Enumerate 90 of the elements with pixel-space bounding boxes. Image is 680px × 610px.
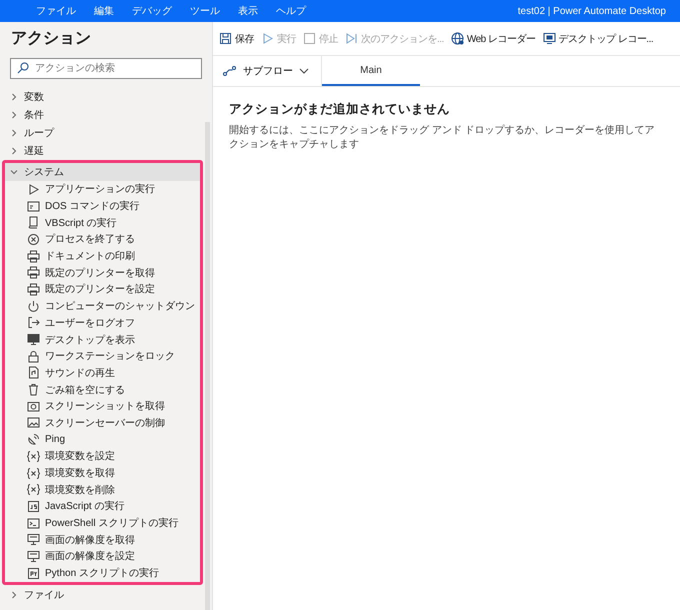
empty-state-hint: 開始するには、ここにアクションをドラッグ アンド ドロップするか、レコーダーを使用してアクションをキャプチャします (229, 124, 656, 151)
terminal-icon (27, 200, 40, 213)
search-field[interactable]: アクションの検索 (10, 58, 202, 79)
menu-item[interactable]: ツール (184, 4, 226, 18)
action-item[interactable]: コンピューターのシャットダウン (5, 298, 200, 314)
logout-icon (27, 316, 40, 330)
monitor-icon (542, 32, 556, 45)
action-item[interactable]: 環境変数を取得 (5, 464, 200, 482)
action-item[interactable]: ごみ箱を空にする (5, 381, 200, 398)
action-item[interactable]: 既定のプリンターを取得 (5, 264, 200, 282)
trash-icon (27, 383, 40, 396)
script-icon (27, 216, 40, 230)
action-item[interactable]: Ping (5, 431, 200, 448)
category-item[interactable]: 条件 (0, 106, 203, 124)
action-item[interactable]: 画面の解像度を取得 (5, 531, 200, 548)
category-label: 条件 (24, 109, 44, 122)
python-file-icon (27, 566, 40, 580)
action-item[interactable]: DOS コマンドの実行 (5, 198, 200, 214)
toolbar-button[interactable]: Web レコーダー (450, 30, 537, 48)
action-item[interactable]: プロセスを終了する (5, 231, 200, 248)
chevron-down-icon (10, 168, 18, 176)
action-item[interactable]: デスクトップを表示 (5, 331, 200, 348)
action-item[interactable]: ユーザーをログオフ (5, 314, 200, 332)
category-label: 変数 (24, 90, 44, 104)
chevron-right-icon (10, 590, 18, 598)
action-item[interactable]: サウンドの再生 (5, 364, 200, 382)
powershell-icon (27, 516, 40, 530)
chevron-down-icon (299, 68, 309, 74)
empty-state-heading: アクションがまだ追加されていません (229, 101, 451, 118)
save-icon (219, 32, 232, 45)
braces-x-icon (27, 483, 40, 496)
printer-icon (27, 266, 40, 280)
panel-title: アクション (11, 29, 92, 49)
chevron-right-icon (10, 93, 18, 101)
display-icon (27, 533, 40, 546)
monitor-icon (27, 333, 40, 346)
category-item[interactable]: 遅延 (0, 142, 203, 160)
toolbar-button[interactable]: 保存 (218, 30, 255, 48)
play-icon (261, 32, 274, 45)
action-item[interactable]: JavaScript の実行 (5, 498, 200, 515)
action-item[interactable]: スクリーンセーバーの制御 (5, 414, 200, 432)
power-icon (27, 300, 40, 313)
js-file-icon (27, 500, 40, 513)
step-icon (345, 32, 358, 45)
action-item[interactable]: 環境変数を削除 (5, 481, 200, 498)
action-item[interactable]: 既定のプリンターを設定 (5, 281, 200, 298)
action-item[interactable]: Python スクリプトの実行 (5, 564, 200, 582)
action-item[interactable]: ワークステーションをロック (5, 348, 200, 365)
globe-icon (450, 32, 464, 45)
category-label: ファイル (24, 588, 64, 602)
action-item[interactable]: スクリーンショットを取得 (5, 398, 200, 415)
action-item[interactable]: VBScript の実行 (5, 214, 200, 232)
action-item[interactable]: ドキュメントの印刷 (5, 248, 200, 264)
category-item[interactable]: システム (5, 163, 200, 181)
menu-item[interactable]: デバッグ (126, 4, 178, 18)
action-item[interactable]: PowerShell スクリプトの実行 (5, 514, 200, 532)
play-icon (27, 182, 40, 196)
menu-item[interactable]: ヘルプ (270, 4, 312, 18)
category-label: 遅延 (24, 145, 44, 158)
category-label: システム (24, 166, 64, 179)
category-label: ループ (24, 126, 54, 140)
printer-icon (27, 282, 40, 296)
audio-file-icon (27, 366, 40, 380)
menu-item[interactable]: 表示 (232, 4, 264, 18)
category-item[interactable]: ファイル (0, 586, 203, 604)
toolbar-button[interactable]: デスクトップ レコー... (542, 30, 654, 48)
action-item[interactable]: アプリケーションの実行 (5, 181, 200, 198)
chevron-right-icon (10, 147, 18, 155)
braces-x-icon (27, 450, 40, 463)
tab[interactable]: Main (322, 56, 420, 86)
action-item[interactable]: 画面の解像度を設定 (5, 548, 200, 565)
category-item[interactable]: 変数 (0, 88, 203, 106)
close-circle-icon (27, 232, 40, 246)
lock-icon (27, 350, 40, 363)
stop-icon (303, 32, 316, 45)
flow-icon (223, 66, 237, 76)
menu-item[interactable]: 編集 (88, 4, 120, 18)
chevron-right-icon (10, 129, 18, 137)
printer-icon (27, 250, 40, 263)
camera-icon (27, 400, 40, 413)
window-title: test02 | Power Automate Desktop (518, 6, 666, 16)
satellite-icon (27, 433, 40, 446)
image-icon (27, 416, 40, 430)
chevron-right-icon (10, 111, 18, 119)
category-item[interactable]: ループ (0, 124, 203, 142)
action-item[interactable]: 環境変数を設定 (5, 448, 200, 465)
subflow-dropdown[interactable]: サブフロー (213, 56, 322, 86)
braces-x-icon (27, 466, 40, 480)
display-icon (27, 550, 40, 563)
menu-item[interactable]: ファイル (30, 4, 82, 18)
